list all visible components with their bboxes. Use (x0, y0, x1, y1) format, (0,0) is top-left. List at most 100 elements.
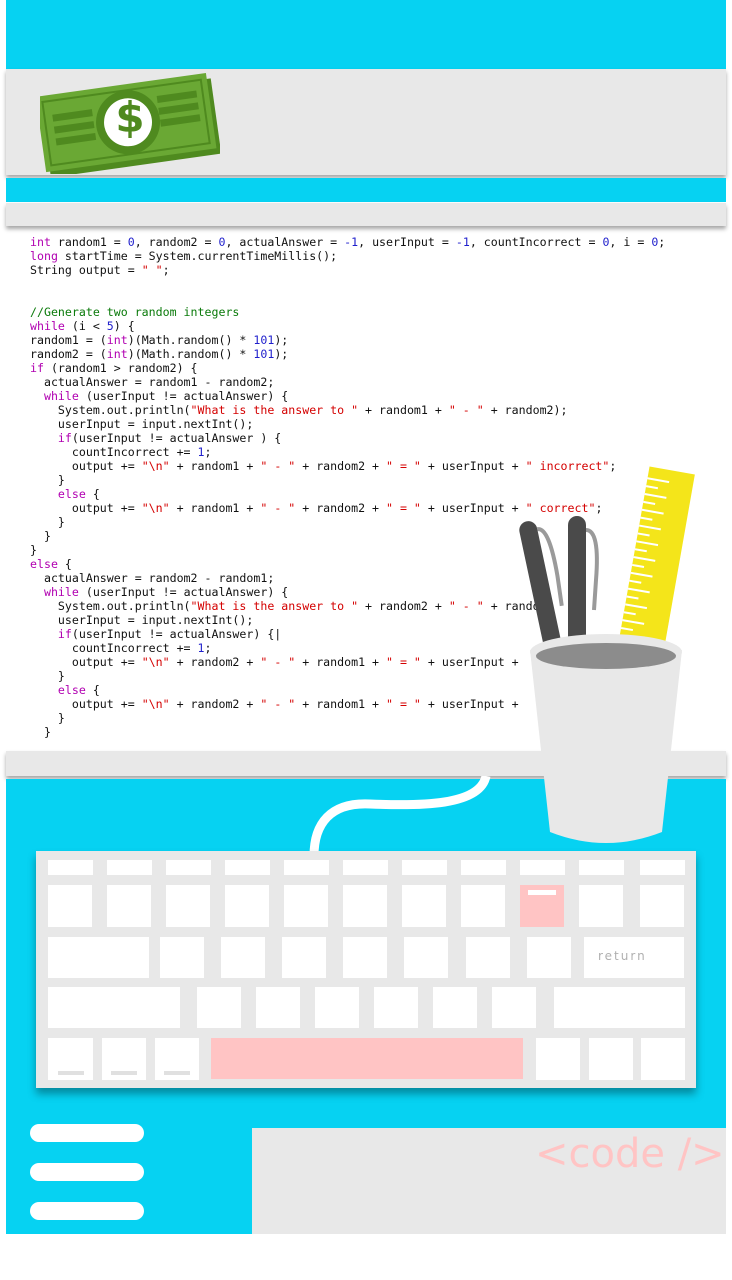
key (284, 860, 329, 875)
code-token: else (57, 683, 86, 697)
code-token: + random1 + (169, 459, 261, 473)
key (527, 937, 571, 978)
key (402, 885, 446, 927)
key (107, 885, 151, 927)
code-token: if (57, 431, 72, 445)
code-token: + random2); (483, 403, 568, 417)
code-token: userInput = input.nextInt(); (30, 613, 254, 627)
code-token: , actualAnswer = (225, 235, 345, 249)
code-token: output += (30, 459, 142, 473)
code-token: 1 (197, 641, 205, 655)
key (48, 885, 92, 927)
code-token: " - " (260, 697, 296, 711)
decorative-line (30, 1124, 144, 1142)
code-token: , i = (609, 235, 652, 249)
keyboard-cable (300, 774, 500, 857)
highlighted-key (520, 885, 564, 927)
key (402, 860, 447, 875)
code-token: userInput = input.nextInt(); (30, 417, 254, 431)
dollar-sign: $ (115, 93, 145, 142)
code-token: output += (30, 655, 142, 669)
code-token: -1 (455, 235, 470, 249)
code-token: output += (30, 697, 142, 711)
code-token: )(Math.random() * (127, 333, 254, 347)
key (520, 860, 565, 875)
code-token: 0 (127, 235, 135, 249)
code-line: random2 = (int)(Math.random() * 101); (30, 347, 665, 361)
code-token: } (30, 529, 51, 543)
code-token: while (30, 319, 65, 333)
key (197, 987, 241, 1028)
code-token: { (57, 557, 72, 571)
code-token: + userInput + (420, 655, 519, 669)
code-token: } (30, 515, 65, 529)
code-token: else (57, 487, 86, 501)
code-token: " " (141, 263, 163, 277)
code-token: " - " (448, 403, 484, 417)
modifier-key (48, 1038, 93, 1080)
code-token: "\n" (141, 697, 170, 711)
code-token: " - " (260, 501, 296, 515)
key (166, 860, 211, 875)
code-token: int (106, 333, 128, 347)
code-token: (random1 > random2) { (43, 361, 198, 375)
code-token: , userInput = (358, 235, 456, 249)
code-top-bar (6, 203, 726, 226)
code-token: + random2 + (358, 599, 449, 613)
key (225, 860, 270, 875)
code-token: while (43, 585, 79, 599)
code-token: , random2 = (134, 235, 219, 249)
key (641, 1038, 685, 1080)
decorative-line (30, 1163, 144, 1181)
code-token: { (85, 683, 100, 697)
shift-key-left (48, 987, 180, 1028)
code-token: , countIncorrect = (469, 235, 603, 249)
code-token: random1 = ( (30, 333, 107, 347)
code-tag-label: <code /> (535, 1131, 725, 1177)
code-token: 5 (106, 319, 114, 333)
code-token: (userInput != actualAnswer) {| (71, 627, 282, 641)
key (160, 937, 204, 978)
code-token: "\n" (141, 501, 170, 515)
key (579, 885, 623, 927)
code-token: (userInput != actualAnswer) { (78, 585, 289, 599)
code-token: (userInput != actualAnswer ) { (71, 431, 282, 445)
code-line: System.out.println("What is the answer t… (30, 403, 665, 417)
key (221, 937, 265, 978)
code-token: " - " (448, 599, 484, 613)
code-token: ); (274, 333, 289, 347)
code-token: + random1 + (358, 403, 449, 417)
code-token: + random2 + (169, 697, 261, 711)
code-line: String output = " "; (30, 263, 665, 277)
code-token: -1 (344, 235, 359, 249)
keyboard: return (36, 851, 696, 1088)
code-token: )(Math.random() * (127, 347, 254, 361)
code-token: random2 = ( (30, 347, 107, 361)
key (461, 860, 506, 875)
code-token: 101 (253, 333, 275, 347)
code-token: //Generate two random integers (30, 305, 240, 319)
code-line: actualAnswer = random1 - random2; (30, 375, 665, 389)
key (284, 885, 328, 927)
code-token: "What is the answer to " (190, 599, 359, 613)
code-token: + random2 + (169, 655, 261, 669)
code-line: userInput = input.nextInt(); (30, 417, 665, 431)
code-token: ; (162, 263, 170, 277)
code-token: while (43, 389, 79, 403)
key (315, 987, 359, 1028)
code-token: if (57, 627, 72, 641)
code-token: ) { (113, 319, 135, 333)
code-token: else (30, 557, 58, 571)
top-blue-band (6, 0, 726, 70)
key (640, 885, 684, 927)
code-line: int random1 = 0, random2 = 0, actualAnsw… (30, 235, 665, 249)
key (166, 885, 210, 927)
key (225, 885, 269, 927)
code-token: actualAnswer = random1 - random2; (30, 375, 275, 389)
code-token: } (30, 473, 65, 487)
return-key-label: return (598, 949, 647, 963)
